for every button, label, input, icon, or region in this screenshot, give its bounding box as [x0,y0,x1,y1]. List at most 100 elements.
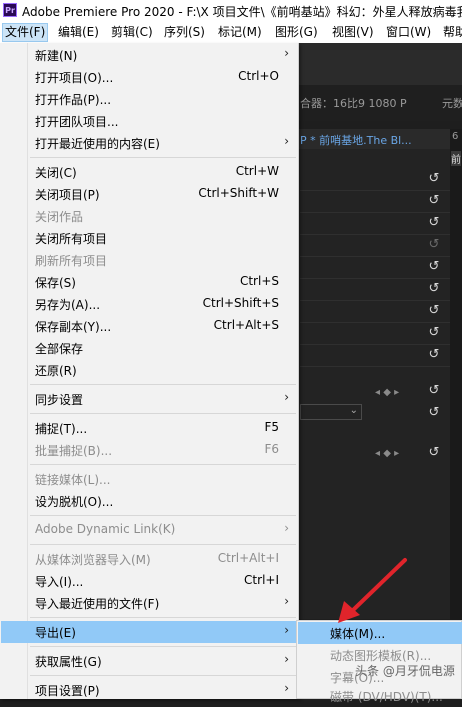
menu-item-label: 保存副本(Y)... [35,320,112,334]
window-title: Adobe Premiere Pro 2020 - F:\X 项目文件\《前哨基… [22,5,462,19]
right-panel-number: 6 [452,131,459,142]
reset-icon[interactable]: ↺ [427,216,441,230]
menu-edit[interactable]: 编辑(E) [58,24,99,41]
reset-icon[interactable]: ↺ [427,172,441,186]
menu-item-label: 打开项目(O)... [35,71,114,85]
menu-item-project-settings[interactable]: 项目设置(P) › [1,679,297,701]
reset-icon[interactable]: ↺ [427,260,441,274]
chevron-right-icon: › [284,681,289,695]
reset-icon[interactable]: ↺ [427,446,441,460]
menu-item-shortcut: Ctrl+Shift+W [198,186,279,200]
menu-item-open-production[interactable]: 打开作品(P)... [1,88,297,110]
menu-item-open-recent[interactable]: 打开最近使用的内容(E) › [1,132,297,154]
menu-item-shortcut: Ctrl+W [235,164,279,178]
menu-item-close-project[interactable]: 关闭项目(P) Ctrl+Shift+W [1,183,297,205]
menu-item-import-recent[interactable]: 导入最近使用的文件(F) › [1,592,297,614]
menu-item-label: 打开最近使用的内容(E) [35,137,160,151]
menu-separator [30,544,296,545]
menu-item-capture[interactable]: 捕捉(T)... F5 [1,417,297,439]
menu-separator [30,646,296,647]
export-submenu: 媒体(M)... 动态图形模板(R)... 字幕(O)... 磁带 (DV/HD… [296,620,462,704]
menu-item-open-project[interactable]: 打开项目(O)... Ctrl+O [1,66,297,88]
menu-separator [30,617,296,618]
menu-item-make-offline[interactable]: 设为脱机(O)... [1,490,297,512]
menu-item-import[interactable]: 导入(I)... Ctrl+I [1,570,297,592]
menu-item-save-all[interactable]: 全部保存 [1,337,297,359]
menu-item-revert[interactable]: 还原(R) [1,359,297,381]
menu-item-label: 打开团队项目... [35,115,119,129]
reset-icon[interactable]: ↺ [427,304,441,318]
menu-help[interactable]: 帮助 [443,24,462,41]
menu-item-label: 捕捉(T)... [35,422,88,436]
menu-bar: 文件(F) 编辑(E) 剪辑(C) 序列(S) 标记(M) 图形(G) 视图(V… [0,22,462,44]
divider [300,278,450,279]
menu-separator [30,157,296,158]
reset-icon[interactable]: ↺ [427,326,441,340]
menu-item-label: 导出(E) [35,626,76,640]
reset-icon[interactable]: ↺ [427,348,441,362]
menu-item-label: 获取属性(G) [35,655,102,669]
menu-item-close-all-projects[interactable]: 关闭所有项目 [1,227,297,249]
program-monitor-header [298,43,462,85]
chevron-right-icon: › [284,594,289,608]
menu-item-label: 新建(N) [35,49,78,63]
menu-item-label: 设为脱机(O)... [35,495,114,509]
divider [300,366,450,367]
chevron-right-icon: › [284,390,289,404]
menu-clip[interactable]: 剪辑(C) [111,24,153,41]
divider [300,234,450,235]
menu-graphics[interactable]: 图形(G) [275,24,318,41]
menu-item-close-production: 关闭作品 [1,205,297,227]
menu-item-shortcut: Ctrl+S [239,274,279,288]
sequence-tab[interactable]: P * 前哨基地.The Bl... [300,132,412,148]
right-panel-tab[interactable]: 前 [451,151,461,166]
menu-item-label: Adobe Dynamic Link(K) [35,522,176,536]
menu-item-shortcut: Ctrl+Alt+I [217,551,279,565]
menu-markers[interactable]: 标记(M) [218,24,262,41]
menu-item-import-from-media-browser: 从媒体浏览器导入(M) Ctrl+Alt+I [1,548,297,570]
blend-mode-dropdown[interactable]: ⌄ [300,404,362,420]
keyframe-nav-icon[interactable]: ◂ ◆ ▸ [375,448,399,459]
red-arrow-annotation [338,558,407,623]
menu-item-label: 关闭(C) [35,166,77,180]
menu-view[interactable]: 视图(V) [332,24,374,41]
menu-item-save-copy[interactable]: 保存副本(Y)... Ctrl+Alt+S [1,315,297,337]
menu-item-link-media: 链接媒体(L)... [1,468,297,490]
keyframe-nav-icon[interactable]: ◂ ◆ ▸ [375,387,399,398]
menu-item-open-team-project[interactable]: 打开团队项目... [1,110,297,132]
menu-item-shortcut: Ctrl+O [238,69,279,83]
menu-item-close[interactable]: 关闭(C) Ctrl+W [1,161,297,183]
menu-file[interactable]: 文件(F) [2,23,49,42]
menu-item-sync-settings[interactable]: 同步设置 › [1,388,297,410]
reset-icon[interactable]: ↺ [427,384,441,398]
menu-sequence[interactable]: 序列(S) [164,24,205,41]
chevron-right-icon: › [284,134,289,148]
menu-item-export[interactable]: 导出(E) › [1,621,297,643]
premiere-app-icon: Pr [3,3,17,17]
menu-window[interactable]: 窗口(W) [386,24,431,41]
menu-item-save[interactable]: 保存(S) Ctrl+S [1,271,297,293]
menu-item-label: 导入(I)... [35,575,84,589]
submenu-item-tape: 磁带 (DV/HDV)(T)... [298,685,462,707]
divider [300,190,450,191]
menu-item-save-as[interactable]: 另存为(A)... Ctrl+Shift+S [1,293,297,315]
menu-item-label: 保存(S) [35,276,76,290]
menu-item-label: 批量捕捉(B)... [35,444,113,458]
menu-item-batch-capture: 批量捕捉(B)... F6 [1,439,297,461]
menu-item-label: 还原(R) [35,364,77,378]
divider [300,344,450,345]
menu-item-new[interactable]: 新建(N) › [1,44,297,66]
reset-icon[interactable]: ↺ [427,406,441,420]
menu-item-shortcut: F6 [264,442,279,456]
menu-item-shortcut: Ctrl+I [244,573,279,587]
sequence-tab-bar: P * 前哨基地.The Bl... [298,129,450,149]
menu-item-label: 打开作品(P)... [35,93,112,107]
menu-item-label: 从媒体浏览器导入(M) [35,553,151,567]
menu-item-get-properties[interactable]: 获取属性(G) › [1,650,297,672]
menu-item-shortcut: Ctrl+Alt+S [213,318,279,332]
menu-item-refresh-all-projects: 刷新所有项目 [1,249,297,271]
reset-icon[interactable]: ↺ [427,282,441,296]
reset-icon[interactable]: ↺ [427,194,441,208]
submenu-item-media[interactable]: 媒体(M)... [298,622,462,644]
submenu-item-label: 媒体(M)... [330,627,386,641]
